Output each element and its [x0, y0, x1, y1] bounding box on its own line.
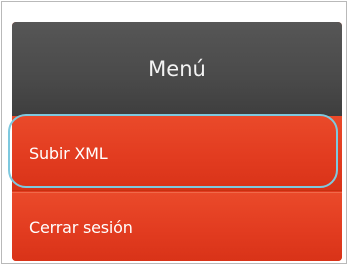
menu-item-label: Subir XML [29, 143, 108, 163]
side-menu: Menú Subir XML Cerrar sesión [12, 22, 342, 261]
menu-item-logout[interactable]: Cerrar sesión [12, 192, 342, 261]
menu-item-label: Cerrar sesión [29, 217, 133, 237]
menu-header: Menú [12, 22, 342, 116]
menu-item-upload-xml[interactable]: Subir XML [12, 116, 342, 191]
menu-title: Menú [148, 57, 206, 81]
